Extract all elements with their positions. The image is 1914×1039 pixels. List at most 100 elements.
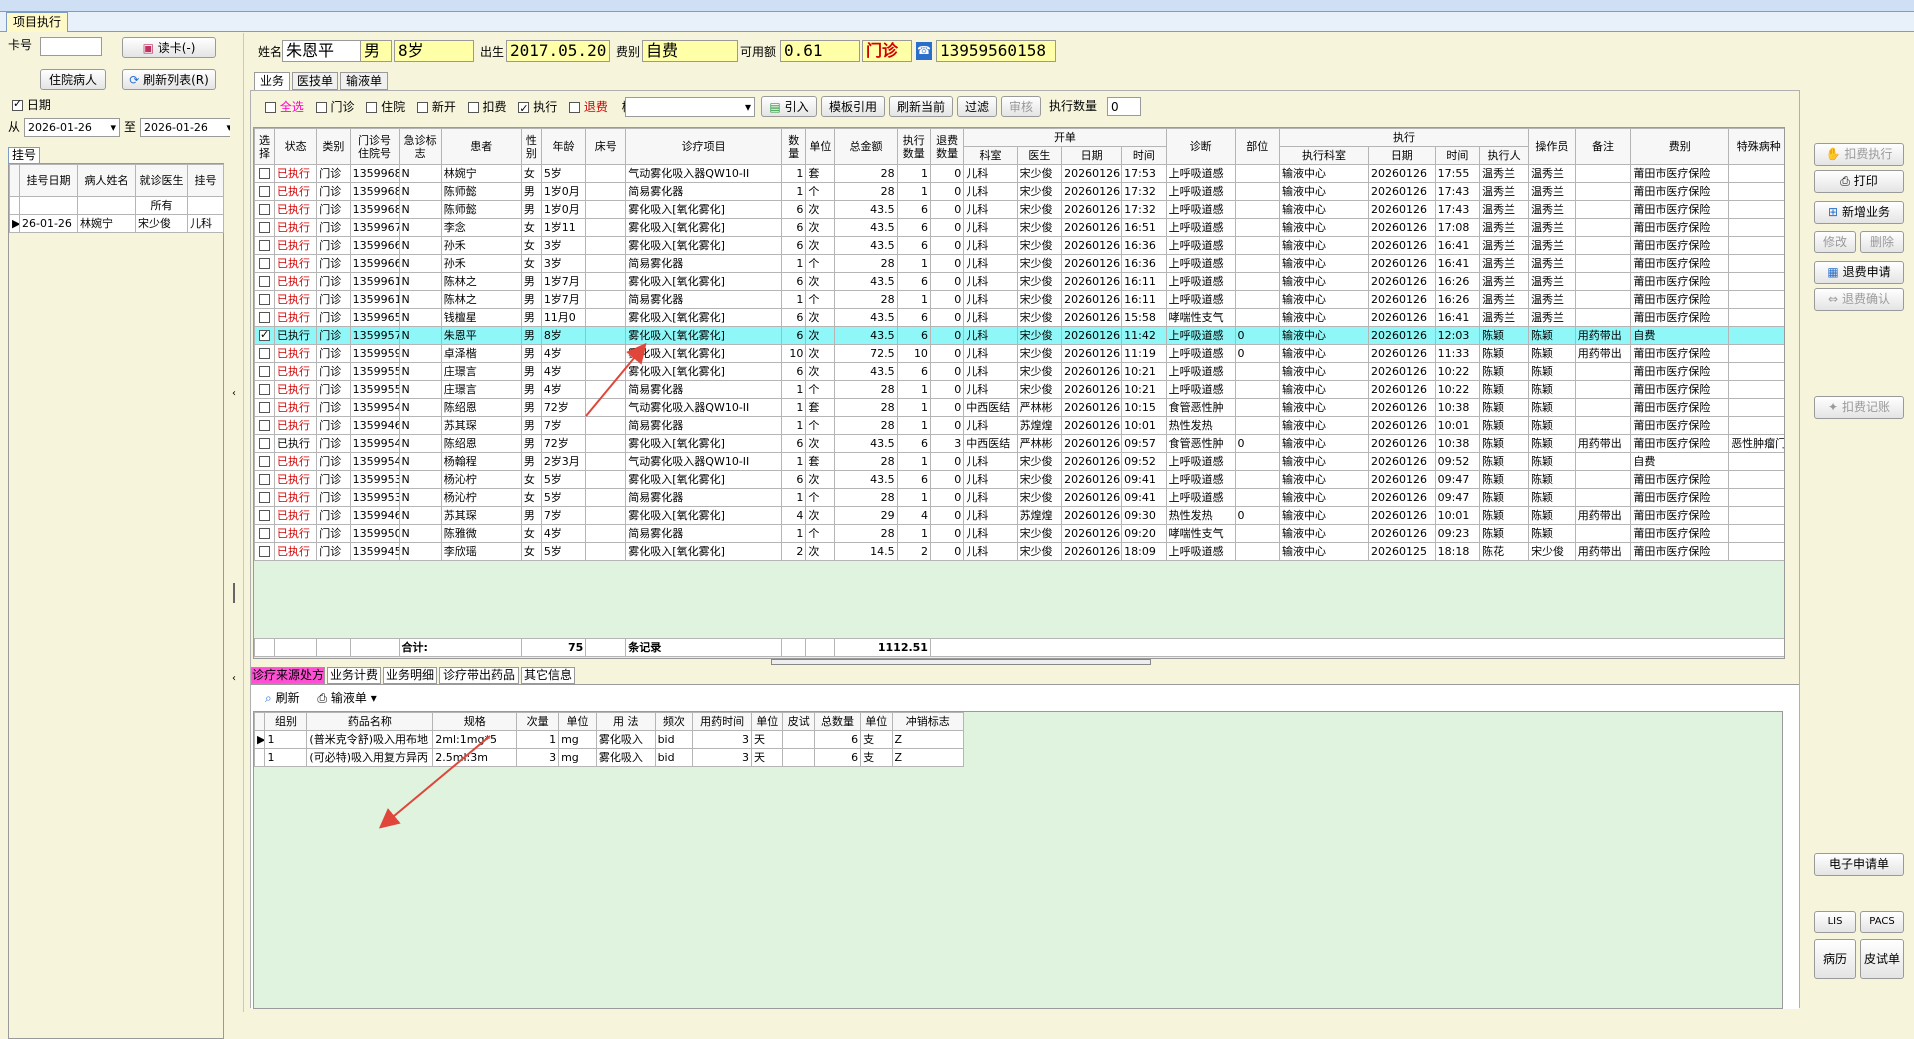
drug-column-header[interactable]: 药品名称 xyxy=(306,712,434,731)
read-card-button[interactable]: ▣ 读卡(-) xyxy=(122,37,216,58)
reg-header[interactable]: 就诊医生 xyxy=(135,164,188,197)
checkbox[interactable] xyxy=(366,102,378,113)
drug-column-header[interactable]: 冲销标志 xyxy=(891,712,965,731)
exec-count-input[interactable]: 0 xyxy=(1107,97,1141,116)
table-row[interactable]: 已执行 门诊 1359946 N 苏其琛男 7岁 简易雾化器 1 个 28 1 0 儿科 苏煌煌 20260… xyxy=(254,416,1784,435)
table-row[interactable]: 已执行门诊1359957N朱恩平男8岁雾化吸入[氧化雾化]6次43.560儿科宋… xyxy=(254,326,1784,345)
column-header[interactable]: 性别 xyxy=(520,128,542,165)
deduct-exec-button[interactable]: ✋ 扣费执行 xyxy=(1814,143,1904,166)
row-checkbox[interactable] xyxy=(254,416,275,435)
checkbox[interactable] xyxy=(315,102,327,113)
table-row[interactable]: 已执行 门诊 1359965 N 钱檀星男 11月0 雾化吸入[氧化雾化] 6 次 43.5 6 0 儿… xyxy=(254,308,1784,327)
filter-button[interactable]: 过滤 xyxy=(957,96,997,117)
reg-header[interactable]: 挂号日期 xyxy=(19,164,78,197)
table-row[interactable]: 已执行 门诊 1359946 N 苏其琛男 7岁 雾化吸入[氧化雾化] 4 次 29 4 0 儿科 苏煌煌… xyxy=(254,506,1784,525)
to-date-picker[interactable]: 2026-01-26▾ xyxy=(140,118,236,137)
tab-business-billing[interactable]: 业务计费 xyxy=(327,667,381,684)
column-header[interactable]: 总金额 xyxy=(834,128,898,165)
table-row[interactable]: 已执行 门诊 1359967 N 李念女 1岁11 雾化吸入[氧化雾化] 6 次 43.5 6 0 儿科… xyxy=(254,218,1784,237)
table-row[interactable]: 已执行 门诊 1359954 N 杨翰程男 2岁3月 气动雾化吸入器QW10-II 1 套 28 1… xyxy=(254,452,1784,471)
column-header[interactable]: 操作员 xyxy=(1528,128,1576,165)
checkbox[interactable] xyxy=(259,546,270,557)
row-checkbox[interactable] xyxy=(254,542,275,561)
row-checkbox[interactable] xyxy=(254,434,275,453)
column-header[interactable]: 日期 xyxy=(1061,146,1123,165)
checkbox[interactable] xyxy=(259,276,270,287)
row-checkbox[interactable] xyxy=(254,254,275,273)
tab-prescription-source[interactable]: 诊疗来源处方 xyxy=(251,667,325,684)
deduct-record-button[interactable]: ✦ 扣费记账 xyxy=(1814,396,1904,419)
table-row[interactable]: 已执行 门诊 1359966 N 孙禾女 3岁 雾化吸入[氧化雾化] 6 次 43.5 6 0 儿科 宋少… xyxy=(254,236,1784,255)
column-header[interactable]: 执行 xyxy=(1279,128,1530,147)
skin-test-button[interactable]: 皮试单 xyxy=(1860,939,1904,979)
drug-column-header[interactable]: 皮试 xyxy=(782,712,815,731)
audit-button[interactable]: 审核 xyxy=(1001,96,1041,117)
row-checkbox[interactable] xyxy=(254,272,275,291)
infusion-dropdown[interactable]: ⎙ 输液单 ▾ xyxy=(317,691,376,705)
checkbox[interactable] xyxy=(569,102,581,113)
history-button[interactable]: 病历 xyxy=(1814,939,1856,979)
inpatient-button[interactable]: 住院病人 xyxy=(40,69,106,90)
column-header[interactable]: 科室 xyxy=(963,146,1018,165)
reg-filter-cell[interactable] xyxy=(77,196,136,215)
drug-column-header[interactable]: 频次 xyxy=(654,712,694,731)
checkbox[interactable] xyxy=(259,492,270,503)
splitter[interactable]: ‹ ‹ xyxy=(230,33,244,1012)
delete-button[interactable]: 删除 xyxy=(1860,231,1904,253)
checkbox[interactable] xyxy=(259,438,270,449)
drug-column-header[interactable]: 用药时间 xyxy=(692,712,753,731)
column-header[interactable]: 特殊病种 xyxy=(1728,128,1784,165)
column-header[interactable]: 诊疗项目 xyxy=(625,128,782,165)
new-checkbox[interactable]: 新开 xyxy=(417,100,456,114)
table-row[interactable]: 已执行 门诊 1359954 N 陈绍恩男 72岁 雾化吸入[氧化雾化] 6 次 43.5 6 3 中西… xyxy=(254,434,1784,453)
from-date-picker[interactable]: 2026-01-26 ▾ xyxy=(24,118,120,137)
table-row[interactable]: 已执行 门诊 1359959 N 卓泽楷男 4岁 雾化吸入[氧化雾化] 10 次 72.5 10 0 儿… xyxy=(254,344,1784,363)
row-checkbox[interactable] xyxy=(254,164,275,183)
checkbox[interactable] xyxy=(259,474,270,485)
drug-column-header[interactable]: 总数量 xyxy=(813,712,862,731)
table-row[interactable]: 已执行 门诊 1359955 N 庄璟言男 4岁 简易雾化器 1 个 28 1 0 儿科 宋少俊 20260… xyxy=(254,380,1784,399)
row-checkbox[interactable] xyxy=(254,488,275,507)
drug-column-header[interactable]: 单位 xyxy=(558,712,597,731)
table-row[interactable]: 已执行 门诊 1359955 N 庄璟言男 4岁 雾化吸入[氧化雾化] 6 次 43.5 6 0 儿科宋… xyxy=(254,362,1784,381)
column-header[interactable]: 部位 xyxy=(1234,128,1281,165)
outpatient-checkbox[interactable]: 门诊 xyxy=(315,100,355,114)
checkbox[interactable] xyxy=(259,420,270,431)
checkbox[interactable] xyxy=(259,240,270,251)
reg-header[interactable]: 病人姓名 xyxy=(77,164,136,197)
checkbox[interactable] xyxy=(259,402,270,413)
refund-checkbox[interactable]: 退费 xyxy=(569,100,608,114)
column-header[interactable]: 急诊标志 xyxy=(398,128,442,165)
checkbox[interactable] xyxy=(518,99,530,119)
refresh-current-button[interactable]: 刷新当前 xyxy=(889,96,953,117)
column-header[interactable]: 医生 xyxy=(1016,146,1063,165)
column-header[interactable]: 执行人 xyxy=(1479,146,1530,165)
column-header[interactable]: 选择 xyxy=(254,128,275,165)
modify-button[interactable]: 修改 xyxy=(1814,231,1856,253)
column-header[interactable]: 诊断 xyxy=(1165,128,1236,165)
drug-column-header[interactable]: 用 法 xyxy=(595,712,656,731)
reg-header[interactable]: 挂号 xyxy=(187,164,224,197)
row-checkbox[interactable] xyxy=(254,236,275,255)
table-row[interactable]: 已执行 门诊 1359950 N 陈雅微女 4岁 简易雾化器 1 个 28 1 0 儿科 宋少俊 20260… xyxy=(254,524,1784,543)
tab-project-execute[interactable]: 项目执行 xyxy=(6,12,68,32)
checkbox[interactable] xyxy=(259,456,270,467)
column-header[interactable]: 患者 xyxy=(440,128,522,165)
checkbox[interactable] xyxy=(259,186,270,197)
row-checkbox[interactable] xyxy=(254,218,275,237)
e-request-button[interactable]: 电子申请单 xyxy=(1814,853,1904,876)
deduct-checkbox[interactable]: 扣费 xyxy=(467,100,507,114)
column-header[interactable]: 备注 xyxy=(1574,128,1632,165)
select-all-checkbox[interactable]: 全选 xyxy=(265,100,304,114)
refund-confirm-button[interactable]: ⇔ 退费确认 xyxy=(1814,288,1904,311)
row-checkbox[interactable] xyxy=(254,200,275,219)
checkbox[interactable] xyxy=(259,312,270,323)
reg-filter-cell[interactable] xyxy=(19,196,78,215)
table-row[interactable]: 已执行 门诊 1359961 N 陈林之男 1岁7月 雾化吸入[氧化雾化] 6 次 43.5 6 0 儿… xyxy=(254,272,1784,291)
checkbox[interactable] xyxy=(259,510,270,521)
column-header[interactable]: 退费数量 xyxy=(929,128,965,165)
column-header[interactable]: 床号 xyxy=(585,128,627,165)
row-checkbox[interactable] xyxy=(254,344,275,363)
row-checkbox[interactable] xyxy=(254,362,275,381)
import-button[interactable]: ▤ 引入 xyxy=(761,96,817,117)
